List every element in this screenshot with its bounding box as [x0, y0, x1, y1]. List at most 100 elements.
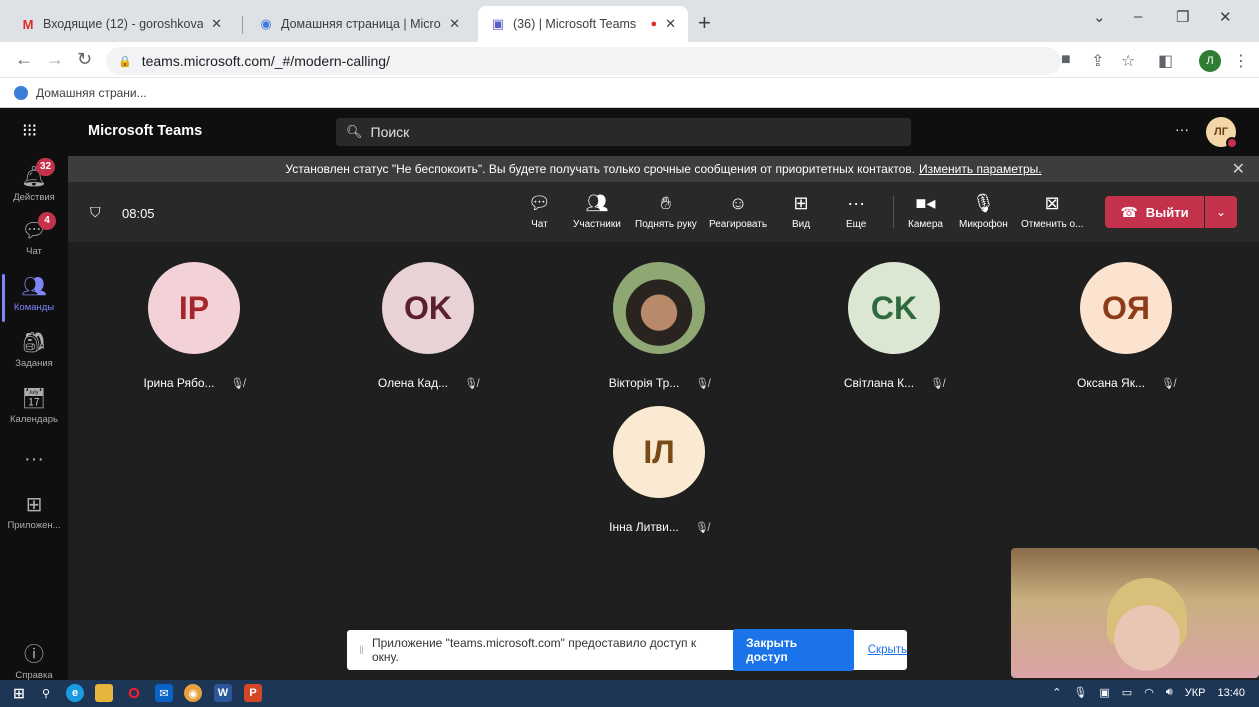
- self-video-preview[interactable]: [1011, 548, 1259, 678]
- forward-icon[interactable]: →: [46, 49, 64, 70]
- rail-item-apps[interactable]: ⊞ Приложен...: [0, 492, 68, 531]
- minimize-icon[interactable]: –: [1134, 8, 1142, 25]
- chrome-icon[interactable]: ◉: [184, 684, 202, 702]
- powerpoint-icon[interactable]: P: [244, 684, 262, 702]
- url-field[interactable]: 🔒 teams.microsoft.com/_#/modern-calling/: [106, 47, 1061, 75]
- chat-button[interactable]: 💬︎ Чат: [528, 192, 551, 230]
- participant-tile[interactable]: IP Ірина Рябо... 🎙︎̸: [84, 262, 304, 390]
- chevron-up-icon[interactable]: ⌃: [1052, 686, 1061, 699]
- view-button[interactable]: ⊞ Вид: [792, 192, 810, 230]
- rail-label: Действия: [13, 192, 55, 203]
- rail-item-chat[interactable]: 💬︎ 4 Чат: [0, 212, 68, 257]
- address-bar-row: ← → ↻ 🔒 teams.microsoft.com/_#/modern-ca…: [0, 42, 1259, 78]
- participant-tile[interactable]: OЯ Оксана Як... 🎙︎̸: [1016, 262, 1236, 390]
- teams-icon: ▣: [491, 16, 505, 31]
- language-indicator[interactable]: УКР: [1185, 687, 1206, 699]
- leave-button[interactable]: ☎ Выйти: [1105, 196, 1204, 228]
- edge-icon[interactable]: e: [66, 684, 84, 702]
- tab-gmail[interactable]: M Входящие (12) - goroshkova69@ ✕: [8, 6, 234, 42]
- stop-sharing-access-button[interactable]: Закрыть доступ: [733, 629, 854, 671]
- rail-item-calendar[interactable]: 📅︎ Календарь: [0, 386, 68, 425]
- mic-muted-icon: 🎙︎̸: [230, 377, 245, 390]
- participant-name-row: Вікторія Тр... 🎙︎̸: [549, 376, 769, 390]
- battery-icon[interactable]: ▭: [1122, 686, 1132, 699]
- tab-search-icon[interactable]: ⌄: [1093, 8, 1106, 26]
- share-notification-bar: ‖ Приложение "teams.microsoft.com" предо…: [347, 629, 907, 671]
- rail-item-assignments[interactable]: 🎒︎ Задания: [0, 330, 68, 369]
- clock[interactable]: 13:40: [1217, 687, 1245, 699]
- people-icon: 👥︎: [585, 193, 609, 213]
- react-button[interactable]: ☺ Реагировать: [709, 192, 767, 230]
- close-icon[interactable]: ✕: [449, 16, 460, 32]
- tab-teams[interactable]: ▣ (36) | Microsoft Teams ● ✕: [478, 6, 688, 42]
- windows-start-icon[interactable]: ⊞: [10, 684, 28, 702]
- close-icon[interactable]: ✕: [1232, 159, 1245, 179]
- participant-avatar: ІЛ: [613, 406, 705, 498]
- participant-tile[interactable]: OK Олена Кад... 🎙︎̸: [318, 262, 538, 390]
- rail-label: Задания: [15, 358, 53, 369]
- word-icon[interactable]: W: [214, 684, 232, 702]
- back-icon[interactable]: ←: [15, 49, 33, 70]
- stop-sharing-label: Отменить о...: [1021, 219, 1084, 230]
- search-placeholder: Поиск: [370, 124, 410, 140]
- participant-name: Оксана Як...: [1077, 376, 1145, 390]
- user-avatar[interactable]: ЛГ: [1206, 117, 1238, 149]
- profile-avatar[interactable]: Л: [1199, 50, 1221, 72]
- apps-icon: ⊞: [25, 494, 43, 516]
- mic-tray-icon[interactable]: 🎙︎: [1073, 686, 1087, 699]
- kebab-menu-icon[interactable]: ⋮: [1233, 51, 1249, 71]
- volume-icon[interactable]: 🔊︎: [1166, 686, 1173, 699]
- drag-handle-icon[interactable]: ‖: [359, 643, 364, 657]
- leave-options-button[interactable]: ⌄: [1205, 196, 1237, 228]
- reload-icon[interactable]: ↻: [77, 49, 92, 70]
- search-icon[interactable]: ⚲: [37, 684, 55, 702]
- monitor-icon[interactable]: ▣: [1099, 686, 1109, 699]
- react-label: Реагировать: [709, 219, 768, 230]
- camera-button[interactable]: ■◂ Камера: [908, 192, 943, 230]
- wifi-icon[interactable]: ◠: [1144, 686, 1154, 699]
- close-icon[interactable]: ✕: [211, 16, 222, 32]
- side-panel-icon[interactable]: ◧: [1158, 51, 1173, 71]
- participant-name-row: Ірина Рябо... 🎙︎̸: [84, 376, 304, 390]
- participant-name: Ірина Рябо...: [143, 376, 215, 390]
- more-icon: ···: [24, 448, 44, 470]
- close-icon[interactable]: ✕: [665, 16, 676, 32]
- hide-link[interactable]: Скрыть: [868, 644, 907, 656]
- app-launcher-icon[interactable]: ⁝⁝⁝: [22, 120, 37, 141]
- tab-office[interactable]: ◉ Домашняя страница | Microsoft ✕: [246, 6, 472, 42]
- more-options-icon[interactable]: ···: [1175, 121, 1189, 137]
- rail-item-activity[interactable]: 🔔︎ 32 Действия: [0, 158, 68, 203]
- rail-item-help[interactable]: ⓘ Справка: [0, 638, 68, 681]
- search-input[interactable]: 🔍︎ Поиск: [336, 118, 911, 146]
- change-settings-link[interactable]: Изменить параметры.: [919, 162, 1042, 176]
- app-title: Microsoft Teams: [88, 123, 203, 139]
- more-button[interactable]: ··· Еще: [846, 192, 866, 230]
- participants-button[interactable]: 👥︎ Участники: [573, 192, 621, 230]
- close-window-icon[interactable]: ✕: [1219, 8, 1232, 26]
- assignments-icon: 🎒︎: [21, 332, 47, 354]
- rail-item-more[interactable]: ···: [0, 448, 68, 474]
- participant-tile[interactable]: ІЛ Інна Литви... 🎙︎̸: [549, 406, 769, 534]
- camera-in-use-icon[interactable]: ■: [1061, 51, 1071, 69]
- participant-tile[interactable]: Вікторія Тр... 🎙︎̸: [549, 262, 769, 390]
- participant-name-row: Оксана Як... 🎙︎̸: [1016, 376, 1236, 390]
- file-explorer-icon[interactable]: [95, 684, 113, 702]
- tab-title: (36) | Microsoft Teams: [513, 17, 637, 31]
- opera-icon[interactable]: O: [125, 684, 143, 702]
- new-tab-button[interactable]: +: [698, 10, 711, 36]
- microphone-label: Микрофон: [959, 219, 1008, 230]
- gmail-icon: M: [22, 16, 34, 32]
- restore-icon[interactable]: ❐: [1176, 8, 1189, 26]
- windows-taskbar: ⊞ ⚲ e O ✉ ◉ W P ⌃ 🎙︎ ▣ ▭ ◠ 🔊︎ УКР 13:40: [0, 680, 1259, 707]
- microphone-button[interactable]: 🎙︎ Микрофон: [959, 192, 1008, 230]
- stop-sharing-button[interactable]: ⊠ Отменить о...: [1021, 192, 1083, 230]
- bookmark-home[interactable]: Домашняя страни...: [36, 86, 147, 100]
- raise-hand-button[interactable]: ✋︎ Поднять руку: [635, 192, 697, 230]
- participant-photo: [613, 262, 705, 354]
- self-video-person: [1107, 578, 1187, 678]
- rail-item-teams[interactable]: 👥︎ Команды: [0, 274, 68, 322]
- bookmark-star-icon[interactable]: ☆: [1121, 51, 1135, 71]
- participant-tile[interactable]: CK Світлана К... 🎙︎̸: [784, 262, 1004, 390]
- mail-icon[interactable]: ✉: [155, 684, 173, 702]
- share-icon[interactable]: ⇪: [1091, 51, 1104, 71]
